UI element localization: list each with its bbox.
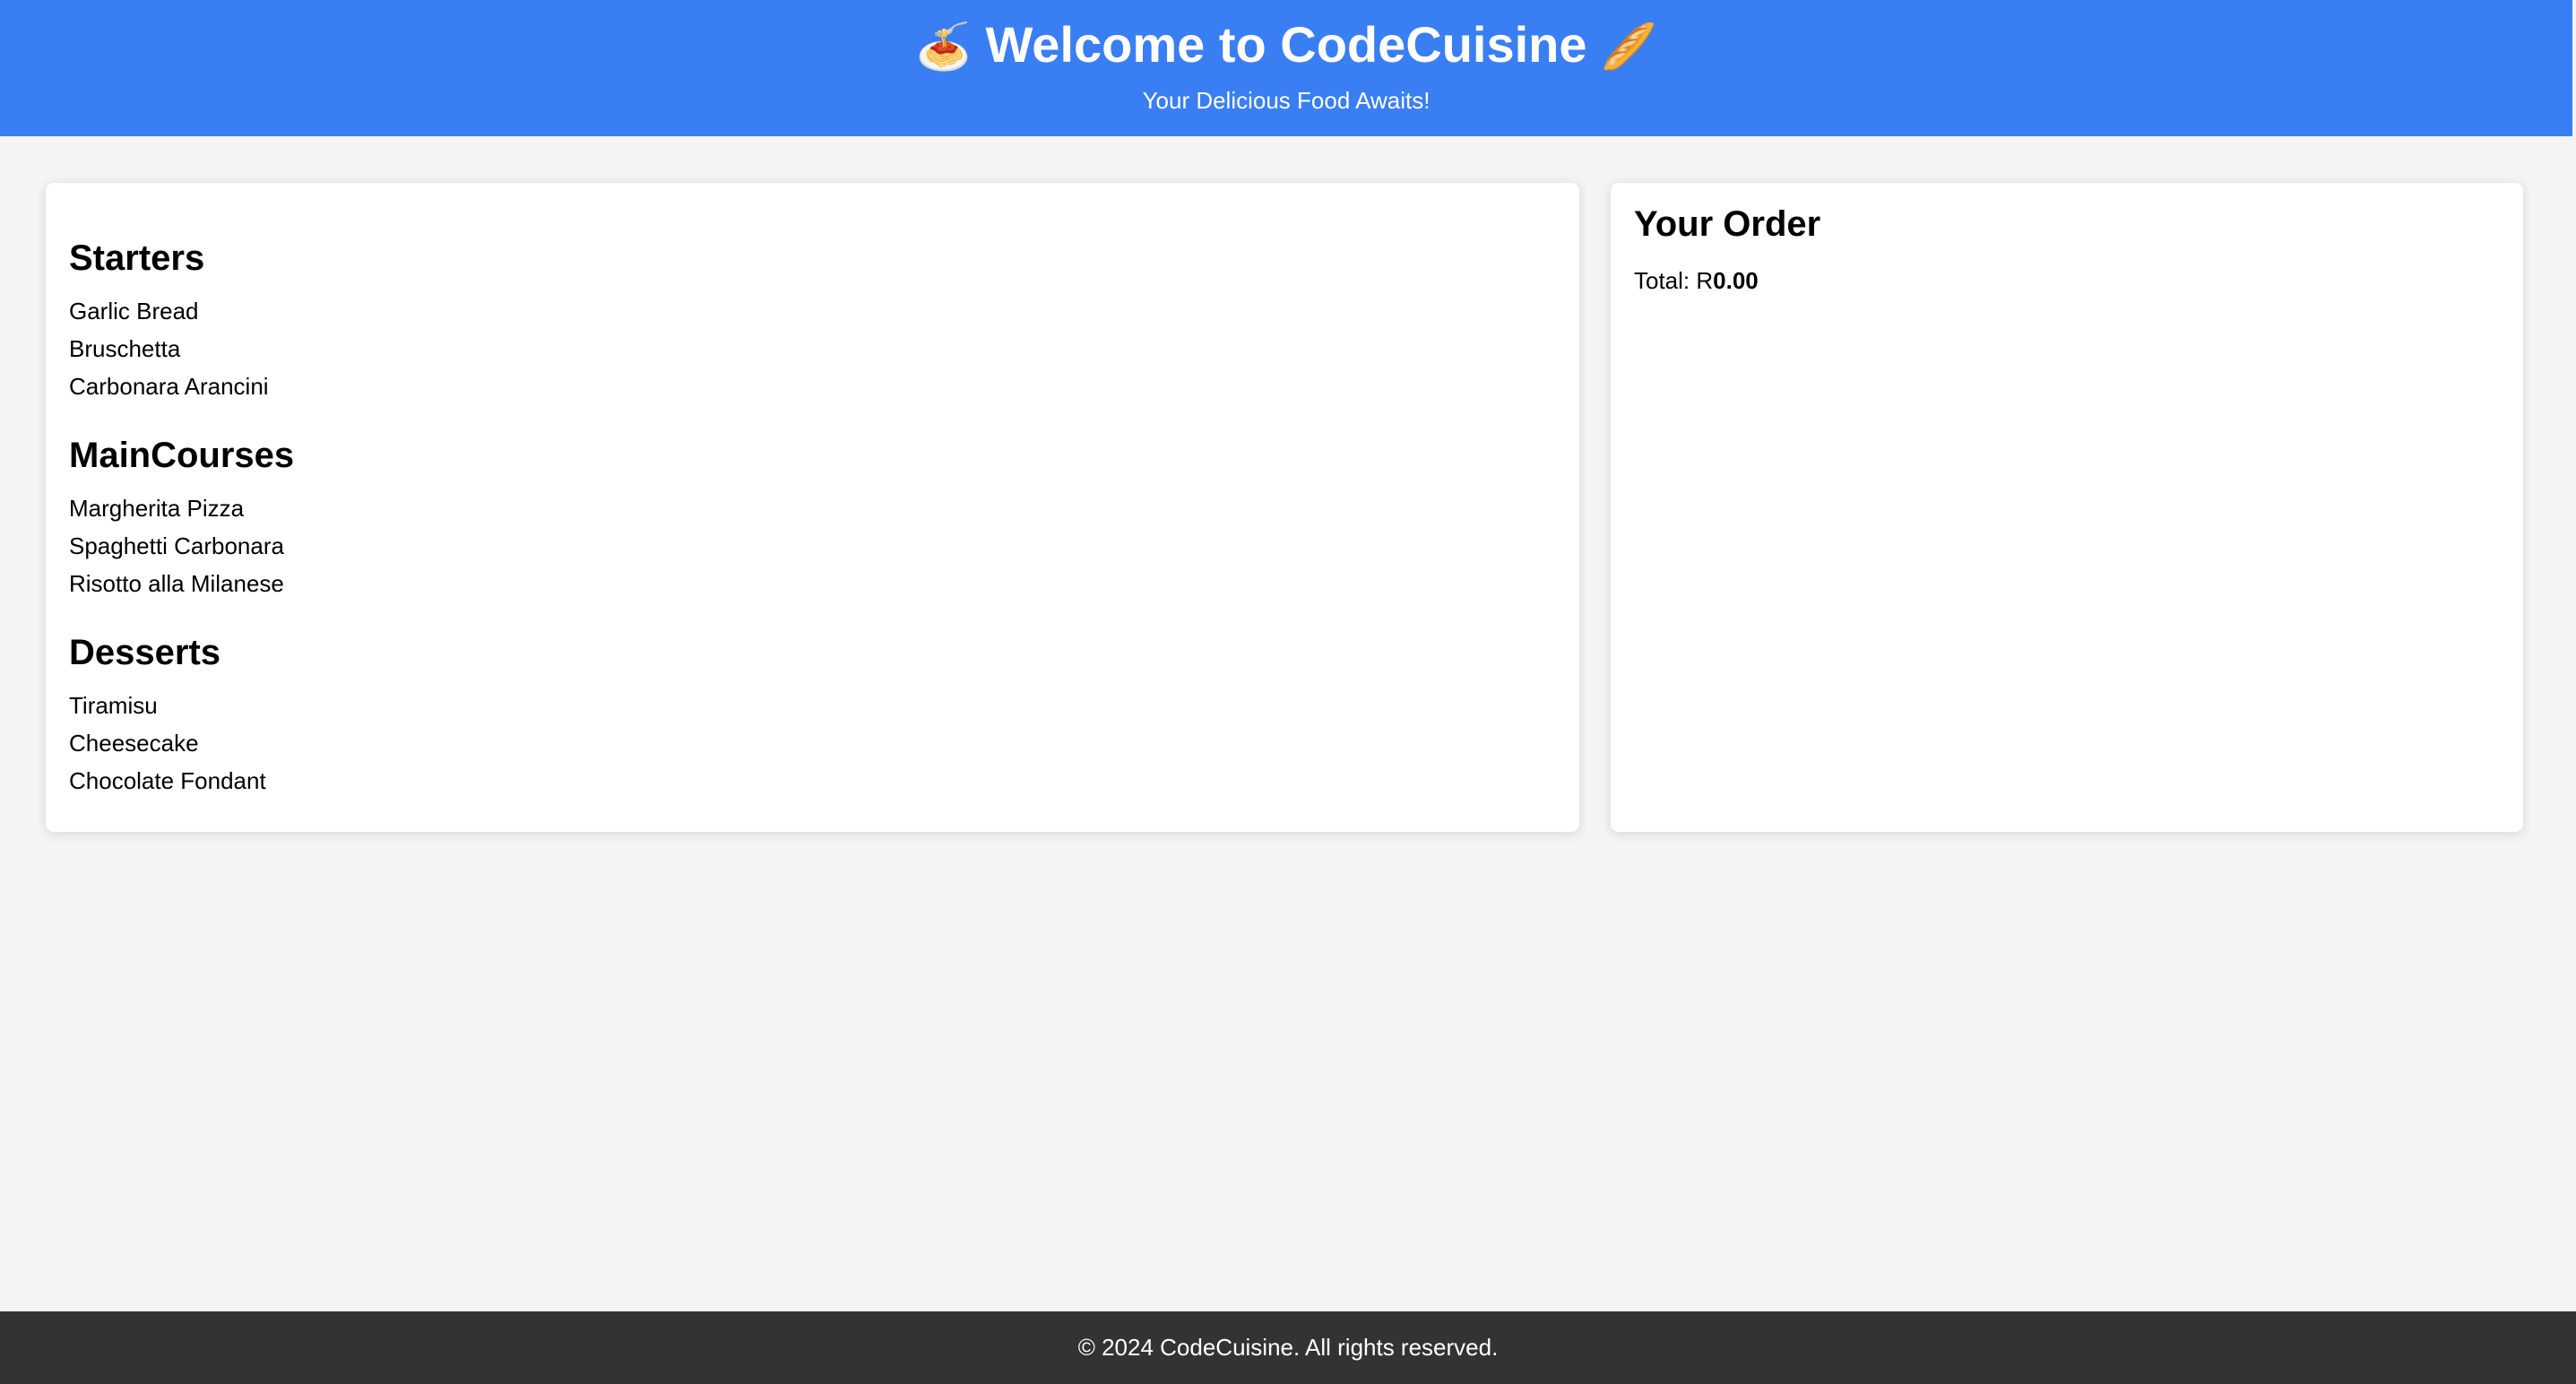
menu-list-desserts: Tiramisu Cheesecake Chocolate Fondant — [69, 687, 786, 800]
menu-item-spaghetti-carbonara[interactable]: Spaghetti Carbonara — [69, 527, 786, 565]
menu-section-desserts: Desserts Tiramisu Cheesecake Chocolate F… — [69, 631, 786, 800]
menu-item-bruschetta[interactable]: Bruschetta — [69, 330, 786, 368]
order-total-value: 0.00 — [1713, 267, 1759, 294]
section-title-desserts: Desserts — [69, 633, 221, 672]
menu-section-main-courses: MainCourses Margherita Pizza Spaghetti C… — [69, 434, 786, 602]
page-subtitle: Your Delicious Food Awaits! — [1142, 87, 1431, 114]
menu-list-main-courses: Margherita Pizza Spaghetti Carbonara Ris… — [69, 489, 786, 602]
menu-panel: Starters Garlic Bread Bruschetta Carbona… — [46, 183, 1579, 832]
order-total-label: Total: R — [1634, 267, 1714, 294]
menu-item-risotto-alla-milanese[interactable]: Risotto alla Milanese — [69, 565, 786, 602]
menu-item-margherita-pizza[interactable]: Margherita Pizza — [69, 489, 786, 527]
order-total: Total: R0.00 — [1634, 265, 1759, 296]
menu-list-starters: Garlic Bread Bruschetta Carbonara Aranci… — [69, 292, 786, 405]
menu-section-starters: Starters Garlic Bread Bruschetta Carbona… — [69, 237, 786, 405]
section-title-main-courses: MainCourses — [69, 436, 295, 475]
footer-copyright: © 2024 CodeCuisine. All rights reserved. — [1077, 1334, 1499, 1361]
site-footer: © 2024 CodeCuisine. All rights reserved. — [0, 1311, 2576, 1384]
order-title: Your Order — [1634, 204, 1821, 244]
menu-item-cheesecake[interactable]: Cheesecake — [69, 724, 786, 762]
menu-item-carbonara-arancini[interactable]: Carbonara Arancini — [69, 368, 786, 405]
order-panel: Your Order Total: R0.00 — [1611, 183, 2523, 832]
menu-item-tiramisu[interactable]: Tiramisu — [69, 687, 786, 724]
site-header: 🍝 Welcome to CodeCuisine 🥖 Your Deliciou… — [0, 0, 2572, 136]
menu-item-garlic-bread[interactable]: Garlic Bread — [69, 292, 786, 330]
baguette-icon: 🥖 — [1601, 22, 1657, 72]
section-title-starters: Starters — [69, 238, 205, 278]
page-title-text: Welcome to CodeCuisine — [985, 16, 1587, 73]
page-title: 🍝 Welcome to CodeCuisine 🥖 — [0, 13, 2572, 79]
menu-item-chocolate-fondant[interactable]: Chocolate Fondant — [69, 762, 786, 800]
spaghetti-icon: 🍝 — [915, 22, 972, 72]
